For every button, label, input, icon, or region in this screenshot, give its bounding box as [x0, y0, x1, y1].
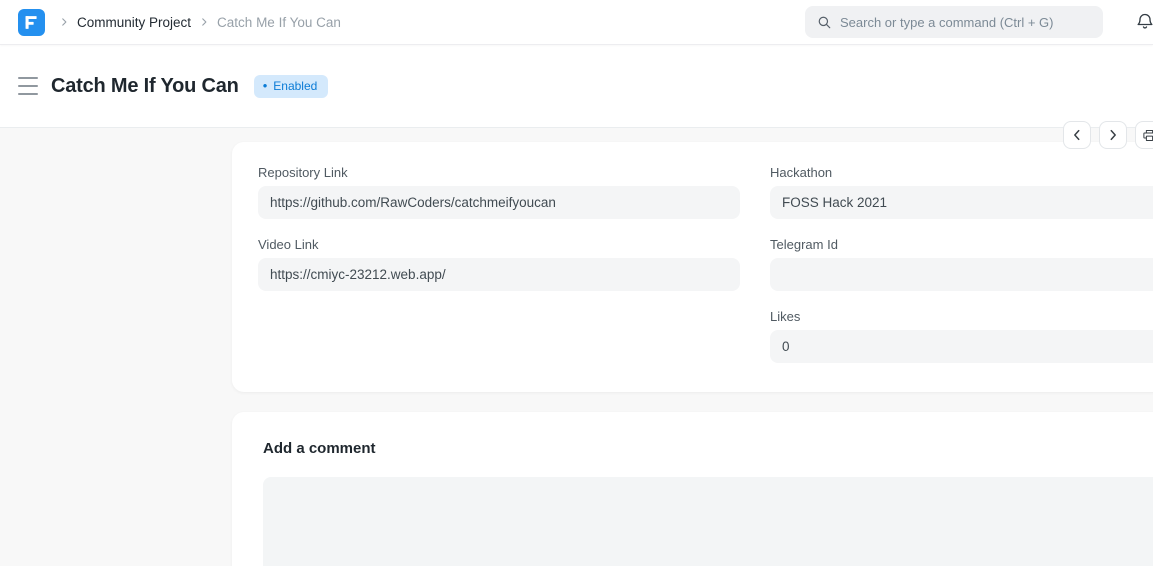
video-link-input[interactable]	[258, 258, 740, 291]
title-bar-actions	[1063, 121, 1153, 149]
breadcrumb-item-current-doc[interactable]: Catch Me If You Can	[217, 15, 341, 30]
chevron-right-icon	[59, 17, 69, 27]
add-comment-heading: Add a comment	[263, 440, 376, 457]
search-icon	[817, 15, 832, 30]
field-repository-link: Repository Link	[258, 165, 740, 219]
chevron-right-icon	[1106, 128, 1120, 142]
logo-f-glyph	[23, 14, 40, 31]
field-label: Hackathon	[770, 165, 1153, 180]
field-label: Telegram Id	[770, 237, 1153, 252]
printer-icon	[1142, 128, 1153, 143]
form-column-left: Repository Link Video Link	[258, 165, 740, 309]
next-document-button[interactable]	[1099, 121, 1127, 149]
hackathon-input[interactable]	[770, 186, 1153, 219]
content-area: Repository Link Video Link Hackathon Tel…	[0, 128, 1153, 566]
likes-input[interactable]	[770, 330, 1153, 363]
breadcrumb: Community Project Catch Me If You Can	[59, 15, 341, 30]
chevron-left-icon	[1070, 128, 1084, 142]
comment-textarea[interactable]	[263, 477, 1153, 566]
form-section-card: Repository Link Video Link Hackathon Tel…	[232, 142, 1153, 392]
telegram-id-input[interactable]	[770, 258, 1153, 291]
status-badge: • Enabled	[254, 75, 329, 98]
form-column-right: Hackathon Telegram Id Likes	[770, 165, 1153, 381]
status-dot-icon: •	[263, 79, 268, 92]
global-search[interactable]	[805, 6, 1103, 38]
page-header: Catch Me If You Can • Enabled	[0, 45, 1153, 128]
search-input[interactable]	[840, 15, 1091, 30]
field-likes: Likes	[770, 309, 1153, 363]
comments-section-card: Add a comment	[232, 412, 1153, 566]
navbar: Community Project Catch Me If You Can	[0, 0, 1153, 45]
notifications-bell-icon[interactable]	[1134, 12, 1153, 34]
chevron-right-icon	[199, 17, 209, 27]
field-label: Repository Link	[258, 165, 740, 180]
status-badge-label: Enabled	[273, 79, 317, 93]
breadcrumb-item-community-project[interactable]: Community Project	[77, 15, 191, 30]
frappe-logo-icon[interactable]	[18, 9, 45, 36]
field-telegram-id: Telegram Id	[770, 237, 1153, 291]
repository-link-input[interactable]	[258, 186, 740, 219]
field-label: Likes	[770, 309, 1153, 324]
print-button[interactable]	[1135, 121, 1153, 149]
field-hackathon: Hackathon	[770, 165, 1153, 219]
field-video-link: Video Link	[258, 237, 740, 291]
field-label: Video Link	[258, 237, 740, 252]
page-title: Catch Me If You Can	[51, 75, 239, 98]
sidebar-toggle-menu-icon[interactable]	[18, 77, 40, 95]
prev-document-button[interactable]	[1063, 121, 1091, 149]
